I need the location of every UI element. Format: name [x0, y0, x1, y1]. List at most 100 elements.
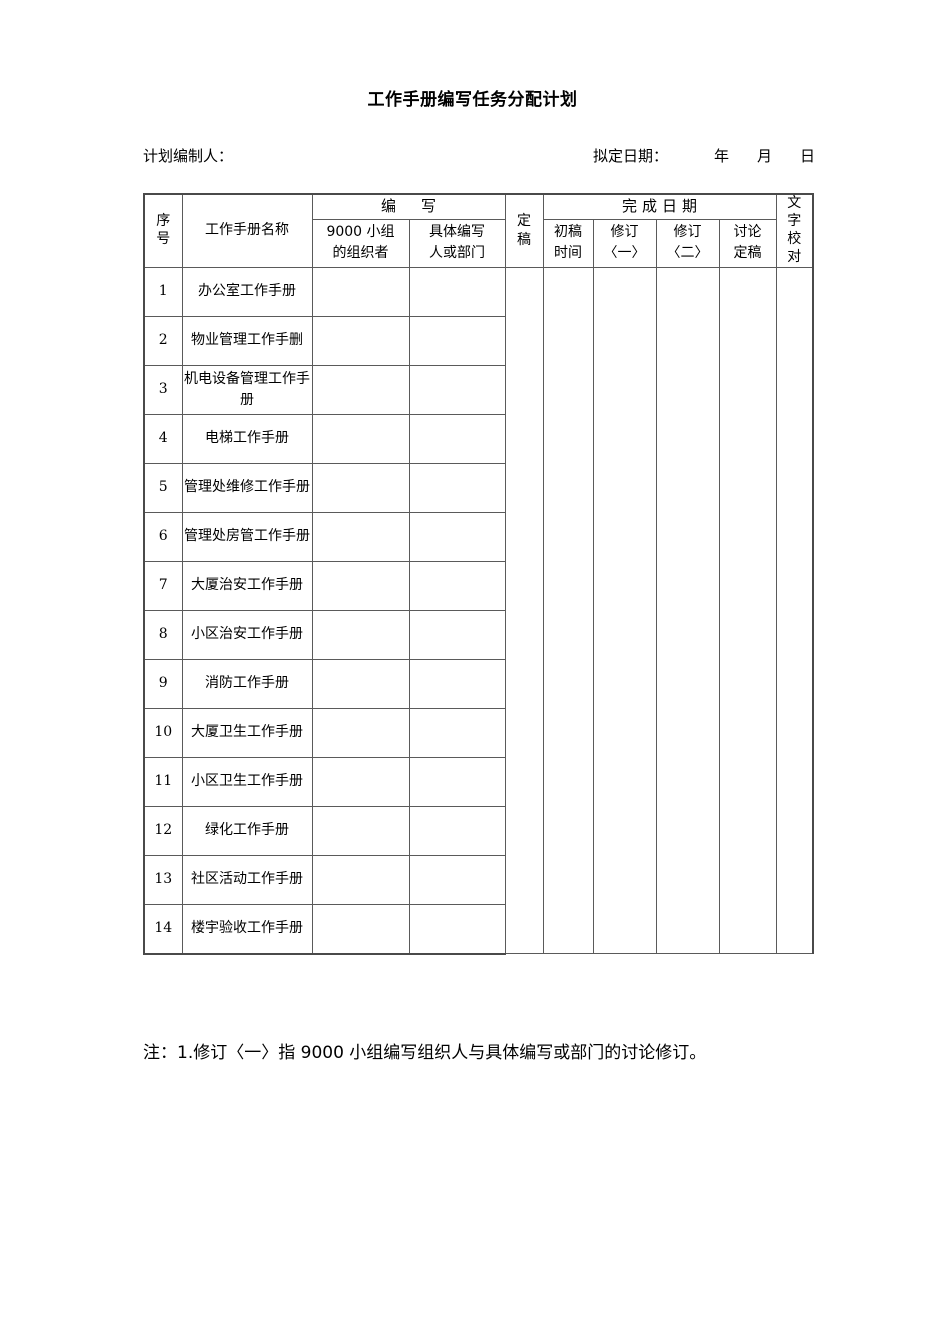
- header-cell-revision-two: 修订 〈二〉: [655, 218, 720, 268]
- row-manual-name: 办公室工作手册: [181, 266, 313, 317]
- header-cell-revision-one: 修订 〈一〉: [592, 218, 657, 268]
- row-writing-organizer[interactable]: [311, 756, 410, 807]
- header-cell-writer-or-department: 具体编写 人或部门: [408, 218, 506, 268]
- header-revision-two-line1: 修订: [673, 224, 702, 241]
- row-writing-organizer[interactable]: [311, 511, 410, 562]
- row-proofreading-merged[interactable]: [775, 266, 815, 955]
- task-allocation-table: 序 号 工作手册名称 编 写 定 稿 完成日期 文 字 校 对 9000 小组 …: [143, 192, 815, 955]
- page-title: 工作手册编写任务分配计划: [367, 90, 578, 110]
- row-discussion-final-merged[interactable]: [718, 266, 777, 955]
- header-cell-index: 序 号: [143, 192, 183, 268]
- row-writing-organizer[interactable]: [311, 805, 410, 856]
- row-writer-or-department[interactable]: [408, 560, 506, 611]
- header-final-draft-char-2: 稿: [517, 231, 532, 248]
- row-writer-or-department[interactable]: [408, 903, 506, 955]
- header-proofreading-char-4: 对: [787, 248, 802, 265]
- row-index: 13: [143, 854, 183, 905]
- row-manual-name: 小区卫生工作手册: [181, 756, 313, 807]
- row-index: 6: [143, 511, 183, 562]
- day-unit-label: 日: [799, 147, 815, 165]
- header-cell-manual-name: 工作手册名称: [181, 192, 313, 268]
- row-writing-organizer[interactable]: [311, 903, 410, 955]
- row-index: 7: [143, 560, 183, 611]
- row-index: 11: [143, 756, 183, 807]
- row-index: 10: [143, 707, 183, 758]
- row-writing-organizer[interactable]: [311, 560, 410, 611]
- table-row: 1 办公室工作手册: [143, 266, 815, 955]
- header-final-draft-char-1: 定: [517, 212, 532, 229]
- month-unit-label: 月: [756, 147, 772, 165]
- row-index: 8: [143, 609, 183, 660]
- row-manual-name: 社区活动工作手册: [181, 854, 313, 905]
- footer-note: 注：1.修订〈一〉指 9000 小组编写组织人与具体编写或部门的讨论修订。: [143, 1043, 707, 1063]
- header-revision-one-line2: 〈一〉: [603, 245, 646, 262]
- header-cell-writing-organizer: 9000 小组 的组织者: [311, 218, 410, 268]
- row-index: 12: [143, 805, 183, 856]
- row-manual-name: 机电设备管理工作手册: [181, 364, 313, 415]
- date-label: 拟定日期：: [592, 147, 668, 165]
- row-manual-name: 消防工作手册: [181, 658, 313, 709]
- row-index: 5: [143, 462, 183, 513]
- header-writer-or-department-line1: 具体编写: [429, 224, 485, 241]
- row-writer-or-department[interactable]: [408, 854, 506, 905]
- header-proofreading-char-2: 字: [787, 212, 802, 229]
- document-meta-row: 计划编制人： 拟定日期： 年 月 日: [143, 144, 815, 168]
- row-writer-or-department[interactable]: [408, 707, 506, 758]
- row-writing-organizer[interactable]: [311, 462, 410, 513]
- row-writer-or-department[interactable]: [408, 805, 506, 856]
- row-writer-or-department[interactable]: [408, 315, 506, 366]
- row-index: 1: [143, 266, 183, 317]
- header-writer-or-department-line2: 人或部门: [429, 245, 485, 262]
- header-revision-two-line2: 〈二〉: [666, 245, 709, 262]
- table-header-row-1: 序 号 工作手册名称 编 写 定 稿 完成日期 文 字 校 对: [143, 192, 815, 268]
- row-writer-or-department[interactable]: [408, 413, 506, 464]
- date-field-group: 拟定日期： 年 月 日: [593, 144, 815, 168]
- row-revision-one-merged[interactable]: [592, 266, 657, 955]
- row-manual-name: 小区治安工作手册: [181, 609, 313, 660]
- row-manual-name: 大厦治安工作手册: [181, 560, 313, 611]
- header-proofreading-char-3: 校: [787, 230, 802, 247]
- row-writing-organizer[interactable]: [311, 266, 410, 317]
- row-revision-two-merged[interactable]: [655, 266, 720, 955]
- row-writer-or-department[interactable]: [408, 658, 506, 709]
- header-proofreading-char-1: 文: [787, 195, 802, 211]
- row-manual-name: 楼宇验收工作手册: [181, 903, 313, 955]
- header-cell-final-draft: 定 稿: [504, 192, 544, 268]
- header-cell-proofreading: 文 字 校 对: [775, 192, 815, 268]
- row-writer-or-department[interactable]: [408, 462, 506, 513]
- preparer-label: 计划编制人：: [143, 147, 234, 165]
- row-writing-organizer[interactable]: [311, 658, 410, 709]
- row-writing-organizer[interactable]: [311, 609, 410, 660]
- header-revision-one-line1: 修订: [610, 224, 639, 241]
- row-manual-name: 管理处房管工作手册: [181, 511, 313, 562]
- header-first-draft-time-line1: 初稿: [554, 224, 583, 241]
- row-writing-organizer[interactable]: [311, 413, 410, 464]
- row-writer-or-department[interactable]: [408, 266, 506, 317]
- header-discussion-final-line2: 定稿: [733, 245, 762, 262]
- header-cell-completion-date-group: 完成日期: [542, 192, 777, 220]
- row-manual-name: 大厦卫生工作手册: [181, 707, 313, 758]
- row-first-draft-time-merged[interactable]: [542, 266, 594, 955]
- header-writing-organizer-line1: 9000 小组: [326, 224, 395, 241]
- row-index: 9: [143, 658, 183, 709]
- header-writing-organizer-line2: 的组织者: [332, 245, 389, 262]
- row-writer-or-department[interactable]: [408, 609, 506, 660]
- row-manual-name: 管理处维修工作手册: [181, 462, 313, 513]
- row-writing-organizer[interactable]: [311, 707, 410, 758]
- row-writing-organizer[interactable]: [311, 315, 410, 366]
- task-allocation-table-wrapper: 序 号 工作手册名称 编 写 定 稿 完成日期 文 字 校 对 9000 小组 …: [143, 192, 815, 955]
- row-index: 4: [143, 413, 183, 464]
- row-writer-or-department[interactable]: [408, 511, 506, 562]
- header-cell-writing-group: 编 写: [311, 192, 506, 220]
- document-page: 工作手册编写任务分配计划 计划编制人： 拟定日期： 年 月 日 序 号 工作手册名称 …: [0, 0, 945, 1337]
- row-index: 2: [143, 315, 183, 366]
- year-unit-label: 年: [713, 147, 729, 165]
- header-first-draft-time-line2: 时间: [554, 245, 583, 262]
- row-final-draft-merged[interactable]: [504, 266, 544, 955]
- header-index-char-2: 号: [156, 230, 171, 247]
- row-writing-organizer[interactable]: [311, 854, 410, 905]
- row-writer-or-department[interactable]: [408, 364, 506, 415]
- row-manual-name: 物业管理工作手删: [181, 315, 313, 366]
- row-writer-or-department[interactable]: [408, 756, 506, 807]
- row-writing-organizer[interactable]: [311, 364, 410, 415]
